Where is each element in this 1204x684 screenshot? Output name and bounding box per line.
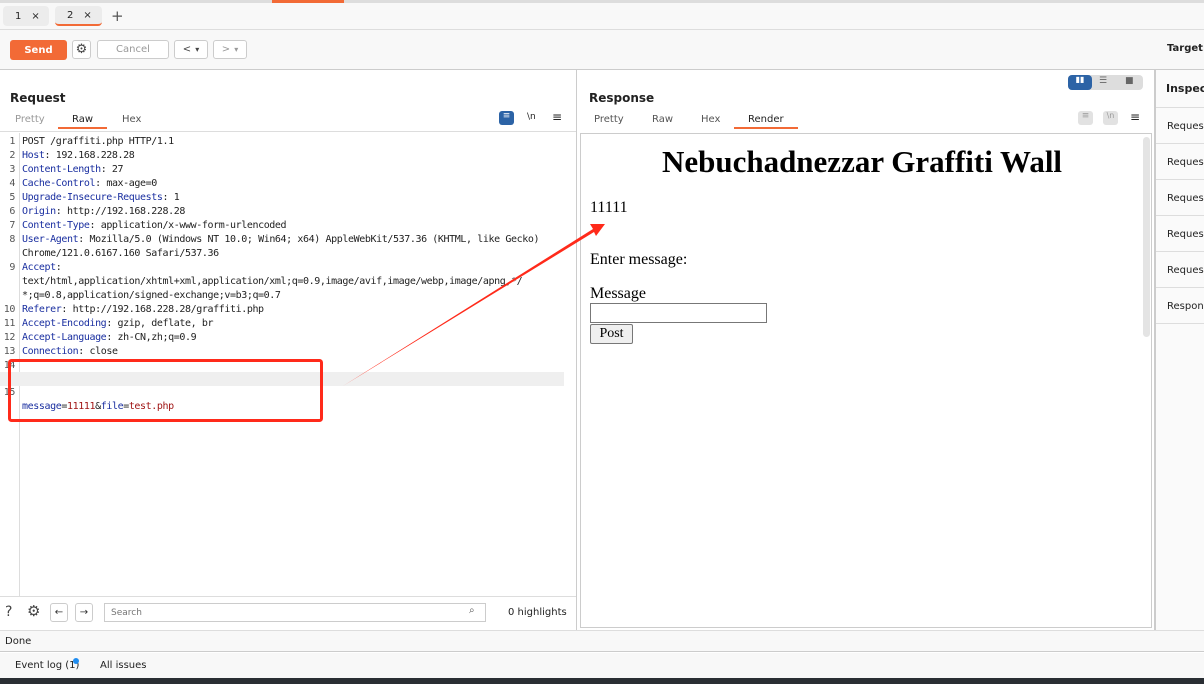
- annotation-box: [8, 359, 323, 422]
- annotation-overlay: [8, 224, 605, 422]
- annotation-arrow: [343, 224, 605, 386]
